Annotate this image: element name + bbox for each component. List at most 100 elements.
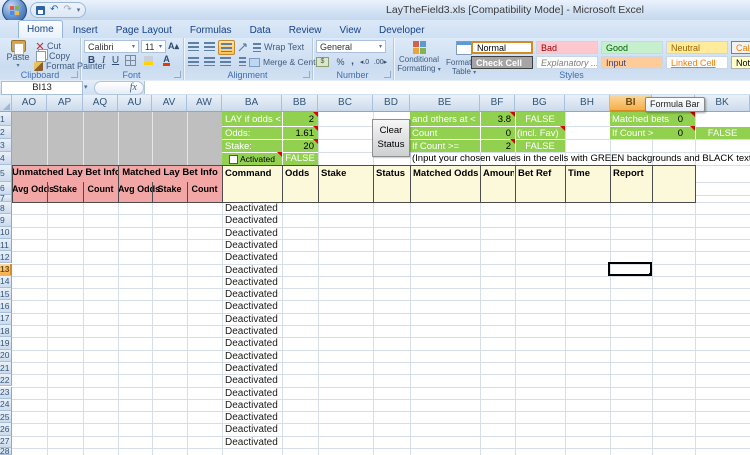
font-size-select[interactable]: 11 ▾	[141, 40, 166, 53]
cell-command-row[interactable]: Deactivated	[225, 314, 281, 326]
tab-insert[interactable]: Insert	[65, 23, 106, 38]
row-header-9[interactable]: 9	[0, 214, 12, 227]
row-header-2[interactable]: 2	[0, 126, 12, 139]
cell-command-row[interactable]: Deactivated	[225, 326, 281, 338]
col-header-BH[interactable]: BH	[565, 95, 610, 112]
alignment-dialog-launcher-icon[interactable]	[303, 71, 310, 78]
row-header-1[interactable]: 1	[0, 112, 12, 126]
cell-command-row[interactable]: Deactivated	[225, 228, 281, 240]
cell-command-row[interactable]: Deactivated	[225, 252, 281, 264]
style-explanatory-[interactable]: Explanatory ...	[536, 56, 598, 69]
tab-review[interactable]: Review	[281, 23, 330, 38]
style-neutral[interactable]: Neutral	[666, 41, 728, 54]
col-header-BC[interactable]: BC	[318, 95, 373, 112]
style-good[interactable]: Good	[601, 41, 663, 54]
number-dialog-launcher-icon[interactable]	[384, 71, 391, 78]
row-header-7[interactable]: 7	[0, 195, 12, 202]
activated-checkbox-cell[interactable]: Activated	[222, 153, 282, 165]
tab-formulas[interactable]: Formulas	[182, 23, 240, 38]
cell-command-row[interactable]: Deactivated	[225, 265, 281, 277]
row-header-19[interactable]: 19	[0, 337, 12, 350]
style-bad[interactable]: Bad	[536, 41, 598, 54]
row-header-23[interactable]: 23	[0, 386, 12, 399]
row-header-16[interactable]: 16	[0, 300, 12, 313]
style-linked-cell[interactable]: Linked Cell	[666, 56, 728, 69]
decrease-indent-icon[interactable]	[235, 55, 250, 68]
row-header-15[interactable]: 15	[0, 288, 12, 301]
increase-decimal-icon[interactable]: ◂.0	[358, 55, 371, 68]
name-box-dropdown-icon[interactable]: ▾	[84, 83, 88, 91]
cell-bb2-value[interactable]: 1.61	[282, 128, 315, 139]
row-header-21[interactable]: 21	[0, 361, 12, 375]
style-input[interactable]: Input	[601, 56, 663, 69]
row-header-18[interactable]: 18	[0, 325, 12, 338]
tab-page-layout[interactable]: Page Layout	[108, 23, 180, 38]
accounting-format-icon[interactable]: $	[316, 55, 329, 68]
borders-button[interactable]	[124, 54, 137, 67]
cell-command-row[interactable]: Deactivated	[225, 351, 281, 363]
cut-button[interactable]: Cut	[36, 41, 61, 51]
cell-command-row[interactable]: Deactivated	[225, 363, 281, 375]
tab-view[interactable]: View	[331, 23, 369, 38]
style-normal[interactable]: Normal	[471, 41, 533, 54]
col-header-BE[interactable]: BE	[410, 95, 480, 112]
tab-data[interactable]: Data	[242, 23, 279, 38]
row-header-25[interactable]: 25	[0, 411, 12, 424]
clear-status-button[interactable]: Clear Status	[372, 119, 410, 157]
col-header-AV[interactable]: AV	[152, 95, 187, 112]
cell-bb3-value[interactable]: 20	[282, 141, 314, 152]
grow-font-button[interactable]: A▴	[167, 40, 180, 53]
cell-command-row[interactable]: Deactivated	[225, 277, 281, 289]
tab-home[interactable]: Home	[18, 20, 63, 38]
cell-bg2-value[interactable]: (incl. Fav)	[517, 128, 565, 139]
cell-bf1-value[interactable]: 3.8	[480, 114, 511, 125]
cell-bj1-value[interactable]: 0	[652, 114, 683, 125]
cell-bf3-value[interactable]: 2	[480, 141, 511, 152]
row-header-4[interactable]: 4	[0, 152, 12, 165]
cell-bk2-value[interactable]: FALSE	[695, 128, 750, 139]
row-header-20[interactable]: 20	[0, 349, 12, 362]
align-center-icon[interactable]	[202, 55, 217, 68]
cell-command-row[interactable]: Deactivated	[225, 424, 281, 436]
cell-command-row[interactable]: Deactivated	[225, 375, 281, 387]
style-check-cell[interactable]: Check Cell	[471, 56, 533, 69]
cell-command-row[interactable]: Deactivated	[225, 437, 281, 449]
clipboard-dialog-launcher-icon[interactable]	[71, 71, 78, 78]
row-header-24[interactable]: 24	[0, 398, 12, 412]
cell-be1-label[interactable]: and others at <	[412, 114, 482, 125]
fill-color-button[interactable]	[142, 54, 155, 67]
cell-command-row[interactable]: Deactivated	[225, 240, 281, 252]
cell-command-row[interactable]: Deactivated	[225, 388, 281, 400]
cell-bg1-value[interactable]: FALSE	[515, 114, 565, 125]
font-dialog-launcher-icon[interactable]	[174, 71, 181, 78]
cell-bj2-value[interactable]: 0	[652, 128, 683, 139]
cell-bf2-value[interactable]: 0	[480, 128, 511, 139]
row-header-11[interactable]: 11	[0, 238, 12, 252]
select-all-corner[interactable]	[0, 95, 12, 112]
row-header-17[interactable]: 17	[0, 312, 12, 325]
qat-customize-dropdown-icon[interactable]: ▾	[77, 6, 81, 14]
undo-icon[interactable]: ↶	[50, 5, 58, 15]
checkbox-icon[interactable]	[229, 154, 239, 164]
col-header-BB[interactable]: BB	[282, 95, 318, 112]
name-box[interactable]: BI13	[1, 81, 83, 95]
insert-function-button[interactable]: fx	[94, 81, 144, 95]
row-header-12[interactable]: 12	[0, 251, 12, 264]
row-header-10[interactable]: 10	[0, 226, 12, 239]
cell-command-row[interactable]: Deactivated	[225, 289, 281, 301]
col-header-BD[interactable]: BD	[373, 95, 410, 112]
col-header-AO[interactable]: AO	[12, 95, 47, 112]
fill-handle[interactable]	[649, 273, 652, 276]
row-header-5[interactable]: 5	[0, 165, 12, 182]
row-header-26[interactable]: 26	[0, 423, 12, 436]
cell-command-row[interactable]: Deactivated	[225, 338, 281, 350]
cell-bb4-value[interactable]: FALSE	[282, 153, 318, 164]
style-calculation[interactable]: Calculation	[731, 41, 750, 54]
paste-button[interactable]: Paste ▾	[3, 40, 33, 69]
col-header-BF[interactable]: BF	[480, 95, 515, 112]
align-left-icon[interactable]	[186, 55, 201, 68]
row-header-6[interactable]: 6	[0, 182, 12, 195]
col-header-AP[interactable]: AP	[47, 95, 83, 112]
wrap-text-button[interactable]: Wrap Text	[253, 42, 304, 52]
row-header-13[interactable]: 13	[0, 263, 12, 276]
